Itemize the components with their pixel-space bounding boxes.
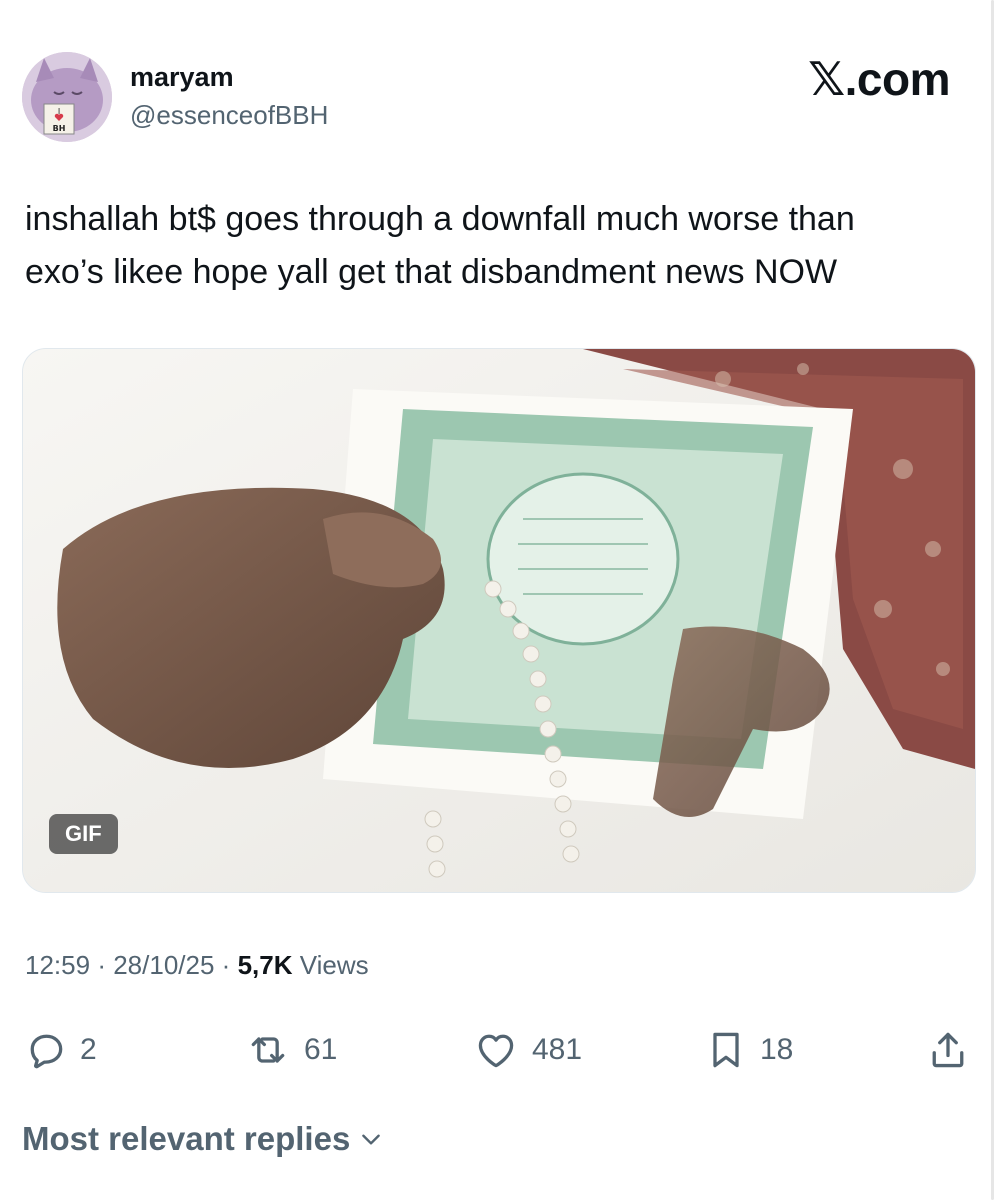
bookmark-count: 18 [760, 1033, 794, 1066]
tweet-date[interactable]: 28/10/25 [113, 950, 214, 980]
scrollbar[interactable] [991, 0, 994, 1200]
x-logo-brand: 𝕏.com [808, 53, 950, 105]
action-bar: 2 61 481 18 [22, 1022, 972, 1078]
like-button[interactable]: 481 [472, 1022, 582, 1078]
repost-icon [251, 1037, 285, 1063]
like-icon [478, 1034, 514, 1068]
repost-count: 61 [304, 1033, 338, 1066]
chevron-down-icon [362, 1134, 381, 1145]
gif-frame-image [23, 349, 975, 892]
avatar[interactable]: I BH [22, 52, 112, 142]
bookmark-icon [713, 1032, 739, 1068]
tweet-meta: 12:59 · 28/10/25 · 5,7K Views [25, 950, 369, 981]
repost-button[interactable]: 61 [244, 1022, 337, 1078]
reply-count: 2 [80, 1033, 97, 1066]
replies-sort-dropdown[interactable]: Most relevant replies [22, 1120, 384, 1158]
like-count: 481 [532, 1033, 583, 1066]
replies-sort-label: Most relevant replies [22, 1120, 351, 1157]
views-label: Views [299, 950, 369, 980]
tweet-time[interactable]: 12:59 [25, 950, 90, 980]
share-button[interactable] [926, 1022, 970, 1078]
tweet-media-gif[interactable]: GIF [22, 348, 976, 893]
views-count: 5,7K [237, 950, 293, 980]
reply-button[interactable]: 2 [24, 1022, 97, 1078]
meta-separator: · [97, 950, 106, 980]
share-icon [932, 1032, 964, 1068]
tweet-text-line-1: inshallah bt$ goes through a downfall mu… [25, 200, 855, 238]
reply-icon [30, 1034, 63, 1069]
meta-separator: · [221, 950, 231, 980]
avatar-sticker-line2: BH [53, 124, 66, 133]
author-name[interactable]: maryam [130, 62, 234, 93]
avatar-image: I BH [22, 52, 112, 142]
author-handle[interactable]: @essenceofBBH [130, 100, 328, 131]
tweet-text-line-2: exo’s likee hope yall get that disbandme… [25, 253, 838, 291]
tweet-text: inshallah bt$ goes through a downfall mu… [25, 193, 965, 299]
gif-badge: GIF [49, 814, 118, 854]
bookmark-button[interactable]: 18 [704, 1022, 793, 1078]
